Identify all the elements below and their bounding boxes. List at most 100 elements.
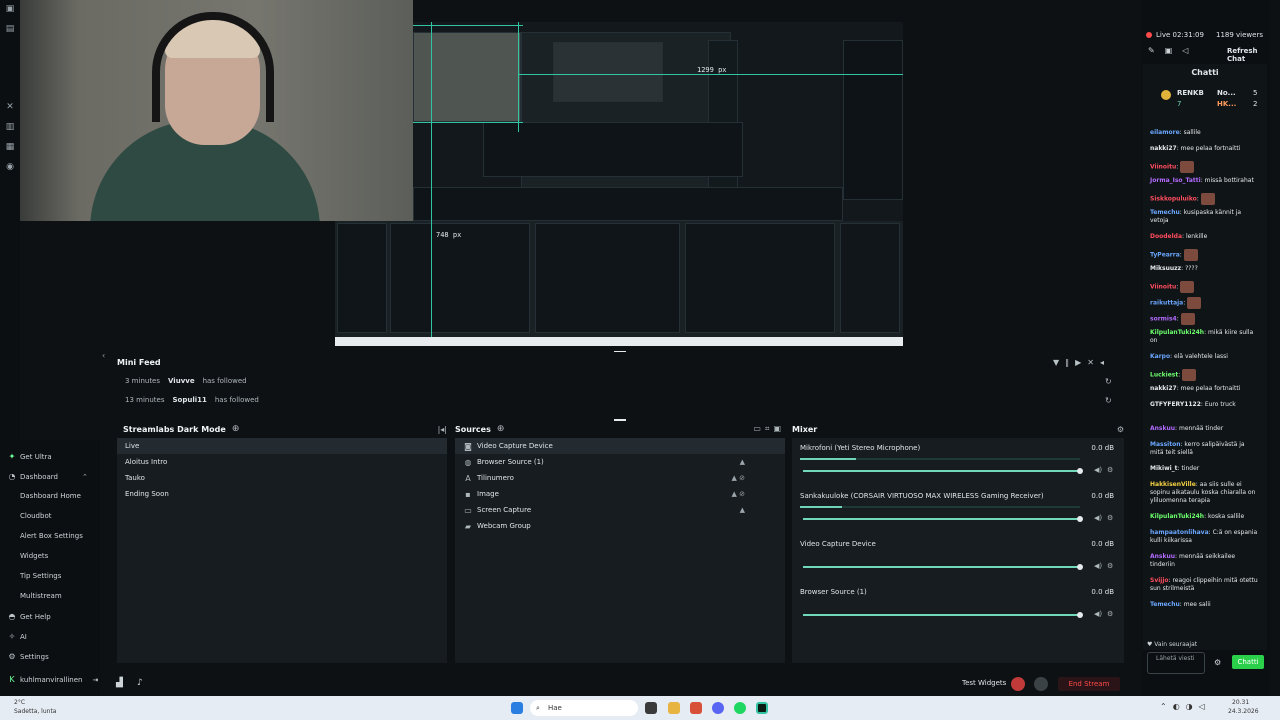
chat-settings-icon[interactable]: ⚙ xyxy=(1214,658,1221,667)
chat-send-button[interactable]: Chatti xyxy=(1232,655,1264,669)
volume-slider[interactable] xyxy=(803,566,1081,568)
app-icon[interactable] xyxy=(690,702,702,714)
end-stream-button[interactable]: End Stream xyxy=(1058,677,1120,691)
sidebar-item-cloudbot[interactable]: Cloudbot xyxy=(20,512,51,520)
chat-username[interactable]: Viinoitu xyxy=(1150,284,1176,291)
channel-settings-icon[interactable]: ⚙ xyxy=(1107,466,1113,474)
weather-desc[interactable]: Sadetta, lunta xyxy=(14,708,56,715)
source-item[interactable]: A Tilinumero ▲ ⊘ xyxy=(455,470,785,486)
replay-buffer-button[interactable] xyxy=(1034,677,1048,691)
channel-settings-icon[interactable]: ⚙ xyxy=(1107,562,1113,570)
add-source-icon[interactable]: ⊕ xyxy=(497,424,505,434)
chat-username[interactable]: Massiton xyxy=(1150,441,1180,448)
sidebar-item-tip-settings[interactable]: Tip Settings xyxy=(20,572,61,580)
clock-date[interactable]: 24.3.2026 xyxy=(1228,708,1259,715)
scene-item[interactable]: Tauko xyxy=(117,470,447,486)
chat-username[interactable]: raikuttaja xyxy=(1150,300,1183,307)
collapse-arrow-icon[interactable]: ‹ xyxy=(102,351,105,360)
sidebar-item-dashboard[interactable]: ◔ Dashboard ⌃ xyxy=(8,472,88,481)
sidebar-user[interactable]: Kkuhlmanvirallinen ⇥ xyxy=(8,675,98,684)
chat-username[interactable]: Temechu xyxy=(1150,209,1180,216)
source-tools-icon[interactable]: ▭⌗▣ xyxy=(753,424,785,434)
speaker-icon[interactable]: ◀) xyxy=(1094,562,1102,570)
chat-username[interactable]: HakkisenVille xyxy=(1150,481,1196,488)
lock-visibility-icon[interactable]: ▲ ⊘ xyxy=(732,474,745,482)
sidebar-item-get-help[interactable]: ◓ Get Help xyxy=(8,612,51,621)
chat-username[interactable]: Anskuu xyxy=(1150,425,1175,432)
sidebar-item-settings[interactable]: ⚙ Settings xyxy=(8,652,48,661)
speaker-icon[interactable]: ◀) xyxy=(1094,466,1102,474)
scene-item[interactable]: Live xyxy=(117,438,447,454)
volume-slider[interactable] xyxy=(803,470,1081,472)
record-button[interactable] xyxy=(1011,677,1025,691)
chat-username[interactable]: TyPearra xyxy=(1150,252,1180,259)
channel-settings-icon[interactable]: ⚙ xyxy=(1107,514,1113,522)
screen-capture-preview-lower[interactable]: 748 px xyxy=(335,221,903,346)
tools-icon[interactable]: ✕ xyxy=(5,102,15,112)
chat-username[interactable]: Viinoitu xyxy=(1150,164,1176,171)
sidebar-item-alert-box[interactable]: Alert Box Settings xyxy=(20,532,83,540)
clock-time[interactable]: 20.31 xyxy=(1232,699,1249,706)
feed-controls-icon[interactable]: ▼‖▶✕◂ xyxy=(1053,358,1110,367)
discord-icon[interactable] xyxy=(712,702,724,714)
notification-bell-icon[interactable]: ♪ xyxy=(137,678,143,688)
performance-icon[interactable]: ▟ xyxy=(116,678,123,688)
chat-username[interactable]: Temechu xyxy=(1150,601,1180,608)
taskbar-search[interactable]: ⌕ Hae xyxy=(530,700,638,716)
file-explorer-icon[interactable] xyxy=(668,702,680,714)
source-item[interactable]: ▪ Image ▲ ⊘ xyxy=(455,486,785,502)
chat-username[interactable]: Mikiwi_t xyxy=(1150,465,1178,472)
gear-small-icon[interactable]: ◉ xyxy=(5,162,15,172)
scene-item[interactable]: Aloitus Intro xyxy=(117,454,447,470)
sidebar-item-dashboard-home[interactable]: Dashboard Home xyxy=(20,492,81,500)
add-scene-icon[interactable]: ⊕ xyxy=(232,424,240,434)
sidebar-item-multistream[interactable]: Multistream xyxy=(20,592,62,600)
editor-icon[interactable]: ▤ xyxy=(5,24,15,34)
tray-icons[interactable]: ⌃◐◑◁ xyxy=(1160,702,1211,711)
chat-username[interactable]: eilamore xyxy=(1150,129,1180,136)
windows-start-icon[interactable] xyxy=(511,702,523,714)
scene-transition-icon[interactable]: |◂| xyxy=(438,425,447,434)
source-item[interactable]: ◍ Browser Source (1) ▲ xyxy=(455,454,785,470)
chat-input[interactable]: Lähetä viesti xyxy=(1147,652,1205,674)
weather-temp[interactable]: 2°C xyxy=(14,699,25,706)
chat-username[interactable]: Siskkopuluiko xyxy=(1150,196,1197,203)
chat-username[interactable]: nakki27 xyxy=(1150,145,1177,152)
chat-username[interactable]: Karpo xyxy=(1150,353,1170,360)
chat-username[interactable]: hampaatonlihava xyxy=(1150,529,1209,536)
streamlabs-icon[interactable] xyxy=(756,702,768,714)
resize-handle[interactable] xyxy=(614,419,626,421)
spotify-icon[interactable] xyxy=(734,702,746,714)
chat-username[interactable]: Miksuuzz xyxy=(1150,265,1181,272)
volume-knob[interactable] xyxy=(1077,564,1083,570)
chat-username[interactable]: Luckiest xyxy=(1150,372,1178,379)
volume-slider[interactable] xyxy=(803,518,1081,520)
store-icon[interactable]: ▥ xyxy=(5,122,15,132)
refresh-chat-button[interactable]: Refresh Chat xyxy=(1227,47,1270,63)
streamlabs-logo-icon[interactable]: ▣ xyxy=(5,4,15,14)
test-widgets-label[interactable]: Test Widgets xyxy=(962,679,1006,687)
volume-knob[interactable] xyxy=(1077,612,1083,618)
speaker-icon[interactable]: ◀) xyxy=(1094,610,1102,618)
channel-settings-icon[interactable]: ⚙ xyxy=(1107,610,1113,618)
chat-username[interactable]: Jorma_Iso_Tatti xyxy=(1150,177,1201,184)
source-item[interactable]: ◙ Video Capture Device xyxy=(455,438,785,454)
source-item[interactable]: ▰ Webcam Group xyxy=(455,518,785,534)
chat-username[interactable]: GTFYFERY1122 xyxy=(1150,401,1201,408)
replay-icon[interactable]: ↻ xyxy=(1105,396,1112,405)
mixer-settings-icon[interactable]: ⚙ xyxy=(1117,425,1124,434)
chat-username[interactable]: Anskuu xyxy=(1150,553,1175,560)
speaker-icon[interactable]: ◀) xyxy=(1094,514,1102,522)
sidebar-item-get-ultra[interactable]: ✦ Get Ultra xyxy=(8,452,52,461)
screen-capture-preview[interactable]: 1299 px xyxy=(413,22,903,221)
lock-icon[interactable]: ▲ xyxy=(740,506,745,514)
grid-icon[interactable]: ▦ xyxy=(5,142,15,152)
chat-username[interactable]: KilpulanTuki24h xyxy=(1150,513,1204,520)
chat-username[interactable]: nakki27 xyxy=(1150,385,1177,392)
replay-icon[interactable]: ↻ xyxy=(1105,377,1112,386)
chat-username[interactable]: KilpulanTuki24h xyxy=(1150,329,1204,336)
lock-visibility-icon[interactable]: ▲ ⊘ xyxy=(732,490,745,498)
volume-knob[interactable] xyxy=(1077,468,1083,474)
volume-knob[interactable] xyxy=(1077,516,1083,522)
task-view-icon[interactable] xyxy=(645,702,657,714)
